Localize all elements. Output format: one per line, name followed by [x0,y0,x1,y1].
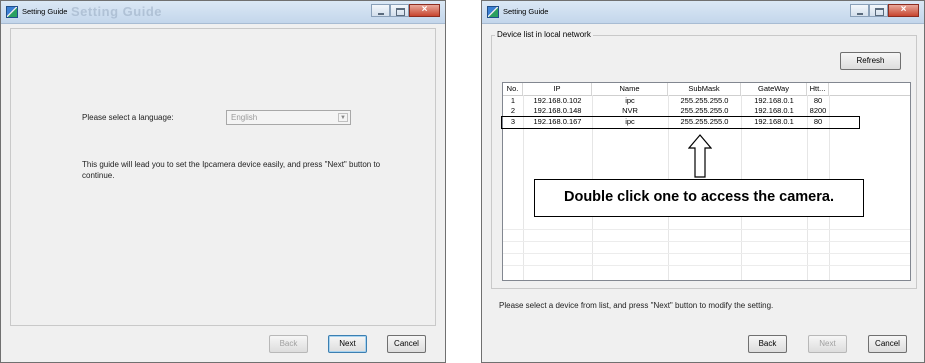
close-icon: × [900,4,907,15]
guide-text-line1: This guide will lead you to set the Ipca… [82,160,381,169]
selected-row-highlight [501,116,860,129]
cell-submask: 255.255.255.0 [680,96,729,105]
cancel-button[interactable]: Cancel [868,335,907,353]
close-icon: × [421,4,428,15]
maximize-icon [396,8,405,16]
column-header-submask[interactable]: SubMask [668,83,741,95]
guide-text-line2: continue. [82,171,115,180]
button-bar: Back Next Cancel [482,328,924,362]
cell-http: 80 [813,96,823,105]
title-bar[interactable]: Setting Guide Setting Guide × [1,1,445,24]
device-row[interactable]: 2 192.168.0.148 NVR 255.255.255.0 192.16… [503,106,910,116]
next-button[interactable]: Next [808,335,847,353]
close-button[interactable]: × [888,4,919,17]
minimize-icon [857,13,863,15]
cell-ip: 192.168.0.148 [533,106,582,115]
column-header-no[interactable]: No. [503,83,523,95]
cell-gateway: 192.168.0.1 [754,96,794,105]
back-button[interactable]: Back [748,335,787,353]
hint-text: Please select a device from list, and pr… [499,301,774,310]
next-button[interactable]: Next [328,335,367,353]
language-label: Please select a language: [82,113,174,122]
arrow-up-icon [688,134,712,178]
column-header-ip[interactable]: IP [523,83,592,95]
device-list-header: No. IP Name SubMask GateWay Htt... [503,83,910,96]
refresh-button[interactable]: Refresh [840,52,901,70]
language-select[interactable]: English ▼ [226,110,351,125]
column-header-http[interactable]: Htt... [807,83,829,95]
cell-gateway: 192.168.0.1 [754,106,794,115]
cell-name: NVR [622,106,638,115]
device-list-group-label: Device list in local network [495,30,593,39]
app-icon [6,6,18,18]
device-row[interactable]: 1 192.168.0.102 ipc 255.255.255.0 192.16… [503,96,910,106]
window-title: Setting Guide [503,7,549,16]
cell-ip: 192.168.0.102 [533,96,582,105]
minimize-button[interactable] [850,4,869,17]
maximize-button[interactable] [869,4,888,17]
setting-guide-language-window: Setting Guide Setting Guide × Please sel… [0,0,446,363]
maximize-icon [875,8,884,16]
minimize-icon [378,13,384,15]
content-panel: Please select a language: English ▼ This… [10,28,436,326]
instruction-callout: Double click one to access the camera. [534,179,864,217]
column-header-gateway[interactable]: GateWay [741,83,807,95]
title-bar[interactable]: Setting Guide × [482,1,924,24]
chevron-down-icon[interactable]: ▼ [338,113,348,122]
button-bar: Back Next Cancel [1,328,445,362]
cell-no: 1 [510,96,516,105]
setting-guide-device-window: Setting Guide × Device list in local net… [481,0,925,363]
maximize-button[interactable] [390,4,409,17]
cell-no: 2 [510,106,516,115]
cell-http: 8200 [809,106,827,115]
app-icon [487,6,499,18]
column-header-name[interactable]: Name [592,83,668,95]
back-button[interactable]: Back [269,335,308,353]
window-title: Setting Guide [22,7,68,16]
close-button[interactable]: × [409,4,440,17]
ghost-title: Setting Guide [71,4,162,19]
language-select-value: English [231,113,258,122]
cell-name: ipc [625,96,635,105]
cancel-button[interactable]: Cancel [387,335,426,353]
cell-submask: 255.255.255.0 [680,106,729,115]
minimize-button[interactable] [371,4,390,17]
